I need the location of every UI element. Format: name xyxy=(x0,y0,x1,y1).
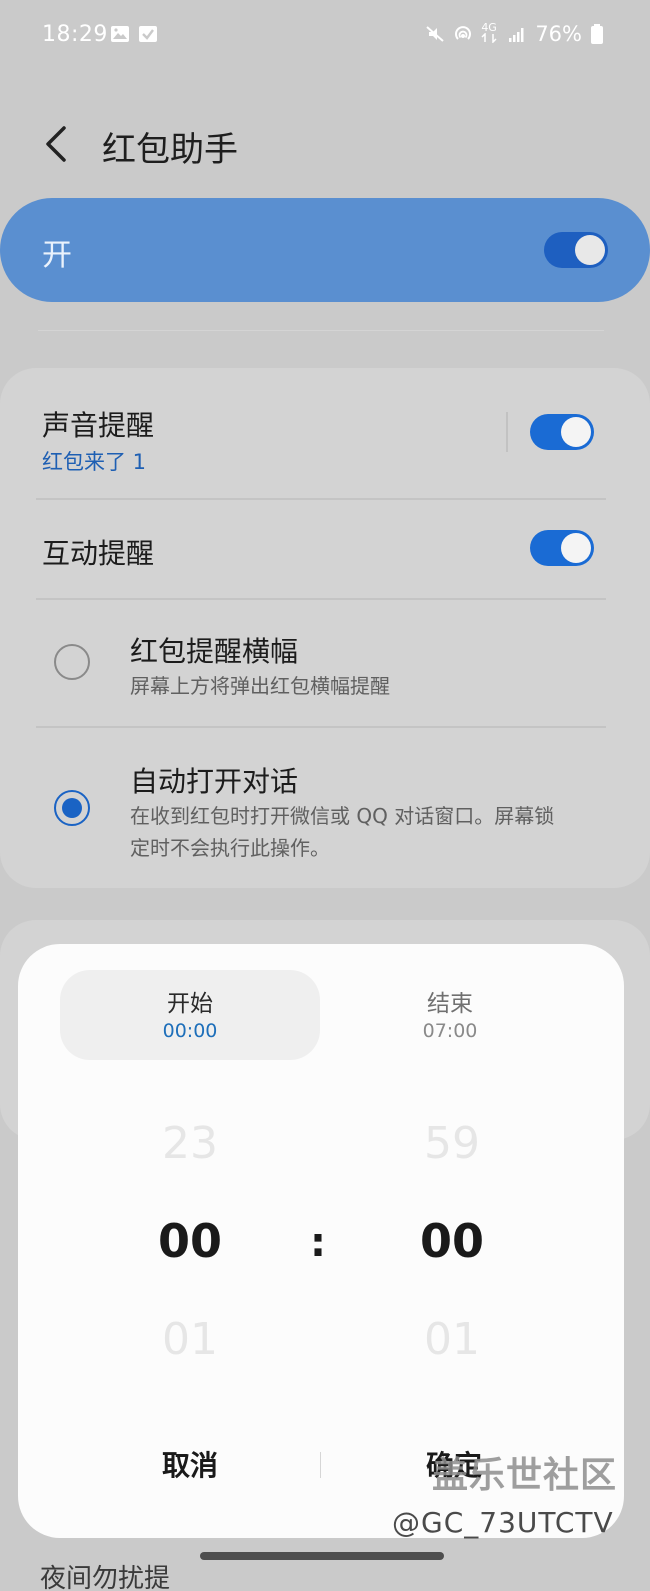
toggle-knob xyxy=(575,235,605,265)
minute-current: 00 xyxy=(419,1214,484,1268)
watermark-user: @GC_73UTCTV xyxy=(392,1506,614,1539)
watermark-title: 盖乐世社区 xyxy=(432,1455,618,1496)
sound-reminder-subtitle: 红包来了 1 xyxy=(42,450,147,474)
hour-current: 00 xyxy=(157,1214,222,1268)
below-peek-text: 夜间勿扰提 xyxy=(40,1564,171,1591)
home-indicator[interactable] xyxy=(200,1552,444,1560)
check-icon xyxy=(139,26,157,42)
screen: 18:29 4G 76% 红包助手 开 声音提醒 红包来了 1 互动提醒 红包提… xyxy=(0,0,650,1591)
sound-reminder-title: 声音提醒 xyxy=(42,409,155,442)
back-chevron-icon[interactable] xyxy=(38,120,74,168)
banner-option-radio[interactable] xyxy=(54,644,90,680)
master-switch-toggle[interactable] xyxy=(544,232,608,268)
toggle-knob xyxy=(561,533,591,563)
auto-open-option-desc-line2: 定时不会执行此操作。 xyxy=(130,836,330,860)
status-left-icons xyxy=(110,24,158,44)
master-switch-label: 开 xyxy=(42,238,72,273)
mute-icon xyxy=(426,26,444,42)
hour-next: 01 xyxy=(162,1314,218,1365)
interactive-reminder-title: 互动提醒 xyxy=(42,537,155,570)
start-time-tab[interactable]: 开始 00:00 xyxy=(60,970,320,1060)
time-separator: : xyxy=(310,1220,326,1266)
status-time: 18:29 xyxy=(42,22,108,47)
end-time-tab[interactable]: 结束 07:00 xyxy=(320,970,580,1060)
status-bar: 18:29 4G 76% xyxy=(0,0,650,70)
network-type-label: 4G xyxy=(481,22,499,45)
sound-reminder-toggle[interactable] xyxy=(530,414,594,450)
start-tab-time: 00:00 xyxy=(162,1020,218,1042)
cancel-button[interactable]: 取消 xyxy=(100,1444,280,1484)
row-separator xyxy=(506,412,508,452)
battery-percent: 76% xyxy=(535,22,582,46)
master-switch-bar[interactable]: 开 xyxy=(0,198,650,302)
auto-open-option-desc-line1: 在收到红包时打开微信或 QQ 对话窗口。屏幕锁 xyxy=(130,804,555,828)
action-separator xyxy=(320,1452,321,1478)
banner-option-title: 红包提醒横幅 xyxy=(130,635,299,668)
divider xyxy=(36,598,606,600)
page-title: 红包助手 xyxy=(102,130,238,170)
auto-open-option-radio[interactable] xyxy=(54,790,90,826)
banner-option-desc: 屏幕上方将弹出红包横幅提醒 xyxy=(130,674,390,698)
hour-prev: 23 xyxy=(162,1118,218,1169)
reminder-settings-card: 声音提醒 红包来了 1 互动提醒 红包提醒横幅 屏幕上方将弹出红包横幅提醒 自动 xyxy=(0,368,650,888)
interactive-reminder-toggle[interactable] xyxy=(530,530,594,566)
divider xyxy=(38,330,604,331)
gallery-icon xyxy=(111,26,129,42)
divider xyxy=(36,498,606,500)
status-right: 4G 76% xyxy=(425,22,604,46)
data-arrows-icon xyxy=(481,32,497,44)
auto-open-option-title: 自动打开对话 xyxy=(130,765,299,798)
minute-next: 01 xyxy=(424,1314,480,1365)
battery-icon xyxy=(591,24,603,44)
minute-prev: 59 xyxy=(424,1118,480,1169)
app-header: 红包助手 xyxy=(0,110,650,180)
start-tab-label: 开始 xyxy=(167,991,213,1017)
signal-icon xyxy=(509,28,524,42)
divider xyxy=(36,726,606,728)
end-tab-time: 07:00 xyxy=(422,1020,478,1042)
end-tab-label: 结束 xyxy=(427,991,473,1017)
toggle-knob xyxy=(561,417,591,447)
hotspot-icon xyxy=(455,26,472,40)
